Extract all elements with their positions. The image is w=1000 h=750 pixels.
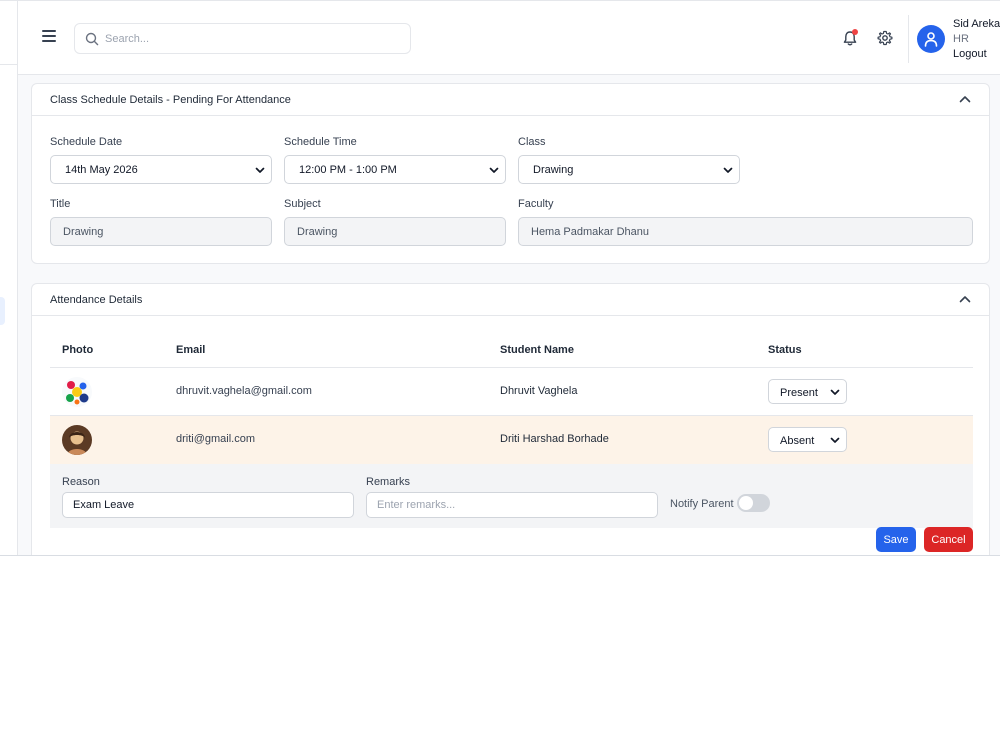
user-role: HR — [953, 33, 969, 45]
column-header-email: Email — [176, 344, 206, 356]
status-select[interactable]: Present — [768, 379, 847, 404]
user-name: Sid Arekar — [953, 18, 1000, 30]
absence-details-panel: Reason Remarks Notify Parent — [50, 464, 973, 528]
hamburger-menu-icon[interactable] — [42, 30, 56, 42]
column-header-photo: Photo — [62, 344, 94, 356]
column-header-status: Status — [768, 344, 802, 356]
student-email: driti@gmail.com — [176, 433, 256, 445]
user-divider — [908, 15, 909, 63]
remarks-input[interactable] — [366, 492, 658, 518]
chevron-up-icon[interactable] — [959, 95, 971, 103]
schedule-date-value: 14th May 2026 — [65, 164, 138, 176]
chevron-down-icon — [255, 167, 265, 173]
reason-input[interactable] — [62, 492, 354, 518]
class-label: Class — [518, 136, 546, 148]
chevron-down-icon — [830, 389, 840, 395]
status-value: Absent — [780, 435, 815, 447]
notify-parent-toggle[interactable] — [737, 494, 770, 512]
title-field: Drawing — [50, 217, 272, 246]
subject-value: Drawing — [297, 226, 338, 238]
schedule-time-value: 12:00 PM - 1:00 PM — [299, 164, 397, 176]
reason-label: Reason — [62, 476, 100, 488]
student-photo — [62, 377, 92, 407]
attendance-card-title: Attendance Details — [50, 294, 143, 306]
schedule-time-label: Schedule Time — [284, 136, 357, 148]
title-value: Drawing — [63, 226, 104, 238]
schedule-card-header[interactable]: Class Schedule Details - Pending For Att… — [32, 84, 989, 116]
faculty-value: Hema Padmakar Dhanu — [531, 226, 650, 238]
schedule-card-title: Class Schedule Details - Pending For Att… — [50, 94, 291, 106]
user-icon — [924, 32, 938, 47]
column-header-student-name: Student Name — [500, 344, 574, 356]
schedule-details-card: Class Schedule Details - Pending For Att… — [31, 83, 990, 264]
cancel-button[interactable]: Cancel — [924, 527, 973, 552]
title-label: Title — [50, 198, 71, 210]
logout-link[interactable]: Logout — [953, 48, 987, 60]
chevron-up-icon[interactable] — [959, 295, 971, 303]
app-shell: Sid Arekar HR Logout Class Schedule Deta… — [0, 0, 1000, 556]
search-icon — [85, 32, 99, 46]
student-name: Driti Harshad Borhade — [500, 433, 609, 445]
status-value: Present — [780, 387, 818, 399]
student-name: Dhruvit Vaghela — [500, 385, 578, 397]
student-email: dhruvit.vaghela@gmail.com — [176, 385, 312, 397]
class-select[interactable]: Drawing — [518, 155, 740, 184]
student-photo — [62, 425, 92, 455]
save-button[interactable]: Save — [876, 527, 916, 552]
table-row: dhruvit.vaghela@gmail.com Dhruvit Vaghel… — [50, 368, 973, 416]
schedule-date-select[interactable]: 14th May 2026 — [50, 155, 272, 184]
top-bar: Sid Arekar HR Logout — [18, 1, 1000, 75]
subject-label: Subject — [284, 198, 321, 210]
user-avatar[interactable] — [917, 25, 945, 53]
chevron-down-icon — [830, 437, 840, 443]
search-box[interactable] — [74, 23, 411, 54]
sidebar-divider — [0, 64, 17, 65]
faculty-field: Hema Padmakar Dhanu — [518, 217, 973, 246]
search-input[interactable] — [105, 24, 400, 53]
faculty-label: Faculty — [518, 198, 554, 210]
schedule-date-label: Schedule Date — [50, 136, 123, 148]
class-value: Drawing — [533, 164, 574, 176]
attendance-card-header[interactable]: Attendance Details — [32, 284, 989, 316]
attendance-details-card: Attendance Details Photo Email Student N… — [31, 283, 990, 555]
remarks-label: Remarks — [366, 476, 411, 488]
subject-field: Drawing — [284, 217, 506, 246]
toggle-knob — [739, 496, 753, 510]
sidebar-active-item[interactable] — [0, 297, 5, 325]
schedule-time-select[interactable]: 12:00 PM - 1:00 PM — [284, 155, 506, 184]
chevron-down-icon — [723, 167, 733, 173]
notification-badge — [852, 29, 858, 35]
table-row: driti@gmail.com Driti Harshad Borhade Ab… — [50, 416, 973, 464]
notify-parent-label: Notify Parent — [670, 498, 734, 510]
chevron-down-icon — [489, 167, 499, 173]
sidebar — [0, 1, 18, 555]
gear-icon[interactable] — [877, 30, 893, 46]
status-select[interactable]: Absent — [768, 427, 847, 452]
